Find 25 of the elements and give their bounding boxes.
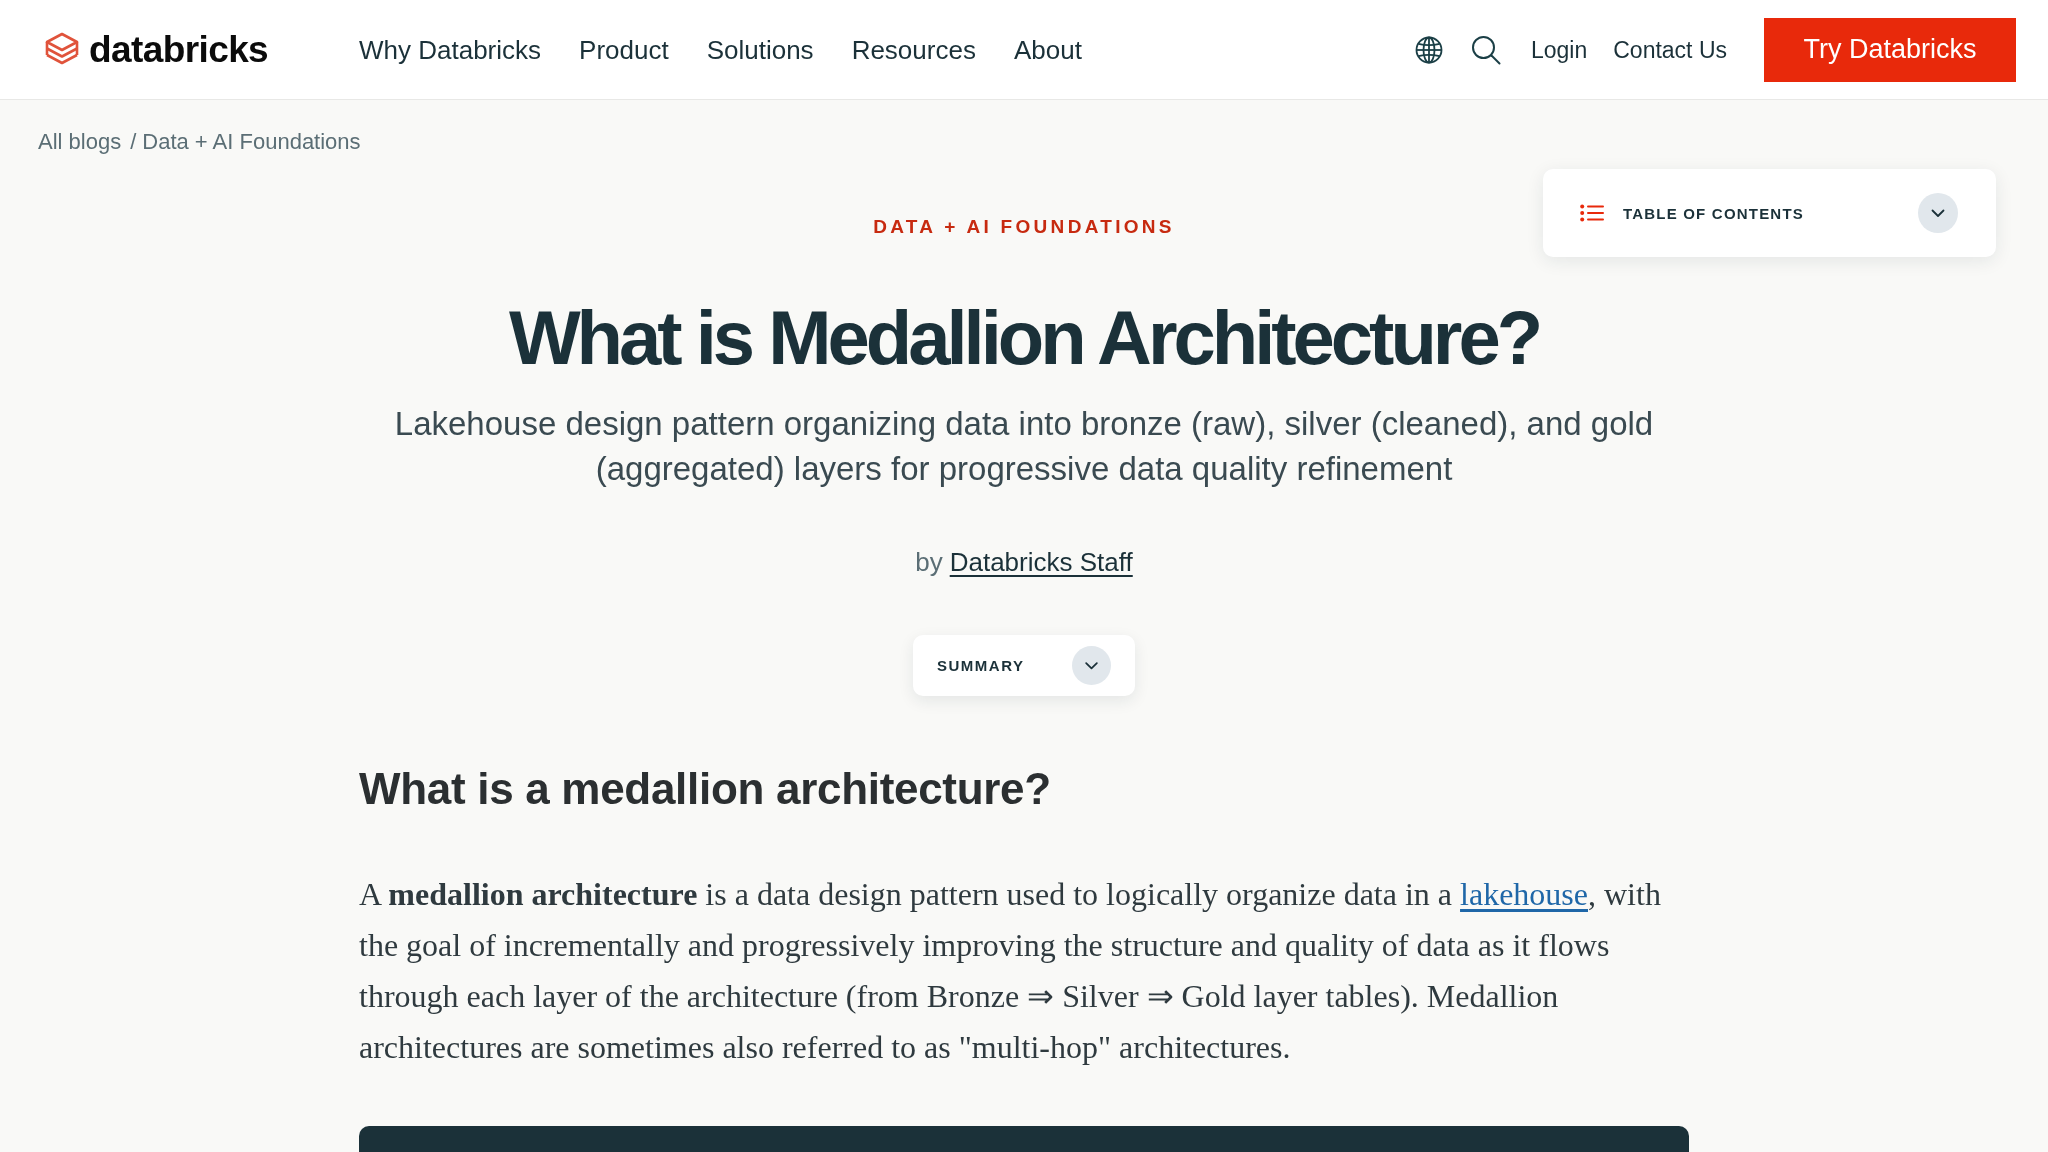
breadcrumb-link[interactable]: All blogs bbox=[38, 127, 122, 157]
primary-button[interactable]: Try Databricks bbox=[1764, 17, 2016, 82]
article-title: What is Medallion Architecture? bbox=[508, 294, 1540, 382]
nav-link[interactable]: Resources bbox=[851, 32, 976, 67]
list-icon bbox=[1580, 204, 1604, 222]
nav-link[interactable]: Product bbox=[579, 32, 669, 67]
header-link[interactable]: Login bbox=[1530, 34, 1588, 65]
breadcrumb-separator: / bbox=[130, 128, 137, 156]
nav-link[interactable]: Why Databricks bbox=[359, 32, 542, 67]
author-link[interactable]: Databricks Staff bbox=[949, 545, 1133, 579]
header-link[interactable]: Contact Us bbox=[1613, 34, 1727, 65]
nav-link[interactable]: Solutions bbox=[706, 32, 814, 67]
article-subtitle: Lakehouse design pattern organizing data into bronze (raw), silver (cleaned), and gold (aggregated) layers for progressive data quality refinement bbox=[393, 404, 1655, 489]
globe-icon[interactable] bbox=[1414, 35, 1443, 64]
breadcrumb-link[interactable]: Data + AI Foundations bbox=[142, 127, 361, 157]
nav-link[interactable]: About bbox=[1013, 32, 1082, 67]
summary-button[interactable]: SUMMARY bbox=[913, 635, 1135, 696]
inline-link[interactable]: lakehouse bbox=[1460, 876, 1588, 912]
byline-text: by bbox=[915, 546, 943, 579]
category-label: DATA + AI FOUNDATIONS bbox=[873, 215, 1175, 239]
logo-text[interactable]: databricks bbox=[89, 27, 269, 72]
table-of-contents-button[interactable]: TABLE OF CONTENTS bbox=[1543, 169, 1996, 257]
search-icon[interactable] bbox=[1470, 34, 1501, 65]
section-heading: What is a medallion architecture? bbox=[359, 763, 1052, 815]
article-paragraph: A medallion architecture is a data design pattern used to logically organize data in a lakehouse, with the goal of incrementally and progressively improving the structure and quality of data as it flows through each layer of the architecture (from Bronze ⇒ Silver ⇒ Gold layer tables). Medallion architectures are sometimes also referred to as "multi-hop" architectures. bbox=[359, 875, 1662, 1067]
